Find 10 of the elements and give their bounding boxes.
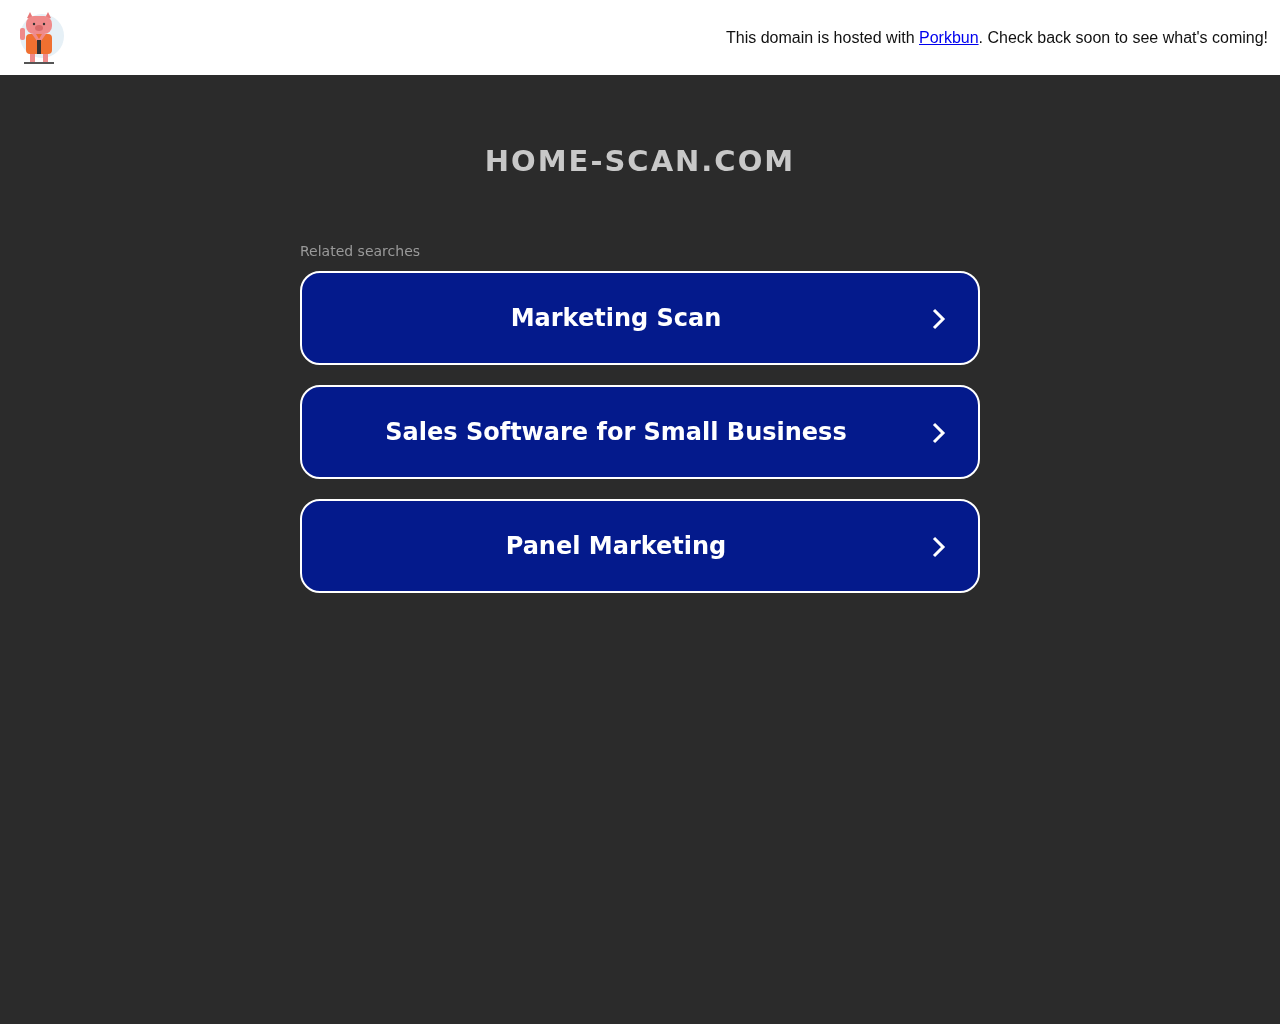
chevron-right-icon [932,308,946,330]
chevron-right-icon [932,422,946,444]
search-link-button[interactable]: Sales Software for Small Business [300,385,980,479]
related-searches-label: Related searches [300,243,422,259]
porkbun-link[interactable]: Porkbun [919,28,979,46]
hosting-notice: This domain is hosted with Porkbun. Check back soon to see what's coming! [726,28,1268,47]
search-link-button[interactable]: Panel Marketing [300,499,980,593]
search-link-button[interactable]: Marketing Scan [300,271,980,365]
chevron-right-icon [932,536,946,558]
domain-title: HOME-SCAN.COM [484,143,796,179]
